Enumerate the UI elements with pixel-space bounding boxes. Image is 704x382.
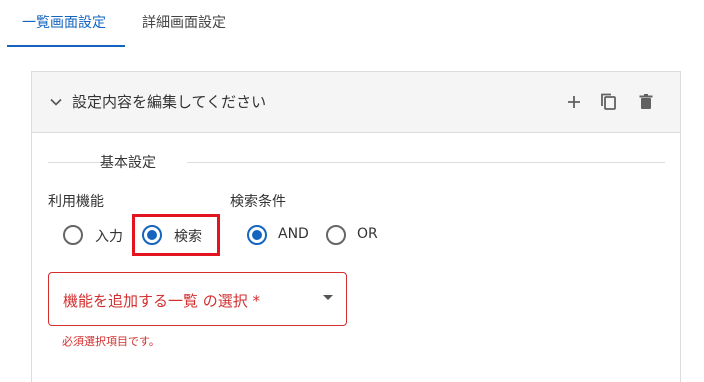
search-condition-label: 検索条件 bbox=[230, 194, 286, 210]
active-tab-indicator bbox=[7, 45, 125, 47]
panel-title: 設定内容を編集してください bbox=[72, 93, 267, 111]
section-divider-left bbox=[48, 162, 108, 163]
copy-icon[interactable] bbox=[599, 92, 619, 112]
section-divider-right bbox=[187, 162, 665, 163]
radio-and[interactable] bbox=[247, 225, 267, 245]
plus-icon[interactable] bbox=[564, 92, 584, 112]
section-title: 基本設定 bbox=[100, 155, 156, 171]
highlight-box bbox=[132, 214, 220, 256]
radio-or-label[interactable]: OR bbox=[357, 226, 378, 242]
trash-icon[interactable] bbox=[636, 92, 656, 112]
radio-input[interactable] bbox=[63, 225, 83, 245]
radio-input-label[interactable]: 入力 bbox=[95, 226, 123, 246]
tab-bar: 一覧画面設定 詳細画面設定 bbox=[0, 0, 704, 48]
list-select[interactable]: 機能を追加する一覧 の選択 * bbox=[48, 272, 347, 326]
tab-list-settings[interactable]: 一覧画面設定 bbox=[22, 0, 106, 48]
usage-label: 利用機能 bbox=[48, 194, 104, 210]
list-select-label: 機能を追加する一覧 の選択 * bbox=[63, 292, 261, 310]
panel-header[interactable]: 設定内容を編集してください bbox=[32, 72, 680, 133]
dropdown-arrow-icon[interactable] bbox=[323, 295, 333, 300]
radio-and-label[interactable]: AND bbox=[278, 226, 309, 242]
radio-or[interactable] bbox=[326, 225, 346, 245]
required-helper-text: 必須選択項目です。 bbox=[62, 335, 160, 348]
chevron-down-icon[interactable] bbox=[48, 94, 64, 110]
tab-detail-settings[interactable]: 詳細画面設定 bbox=[142, 0, 226, 48]
